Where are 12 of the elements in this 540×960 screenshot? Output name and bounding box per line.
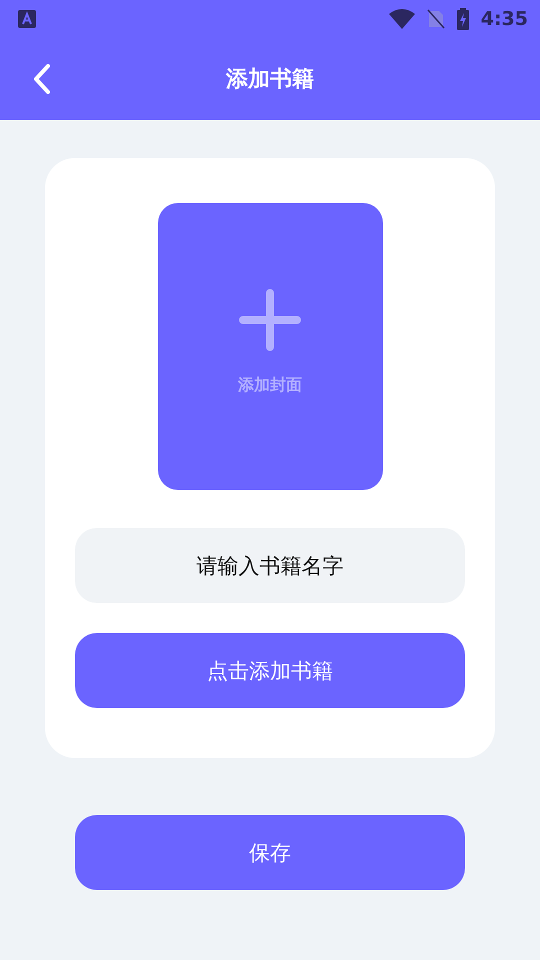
no-sim-icon: [426, 9, 445, 29]
keyboard-icon: [18, 10, 36, 28]
battery-icon: [456, 8, 469, 30]
add-cover-button[interactable]: 添加封面: [158, 203, 382, 490]
wifi-icon: [388, 9, 415, 29]
add-cover-label: 添加封面: [238, 376, 302, 396]
page-title: 添加书籍: [226, 66, 314, 94]
add-book-button[interactable]: 点击添加书籍: [75, 633, 465, 708]
plus-icon: [239, 288, 301, 350]
status-time: 4:35: [480, 8, 528, 30]
book-name-field[interactable]: 请输入书籍名字: [75, 528, 465, 603]
save-button[interactable]: 保存: [75, 815, 465, 890]
